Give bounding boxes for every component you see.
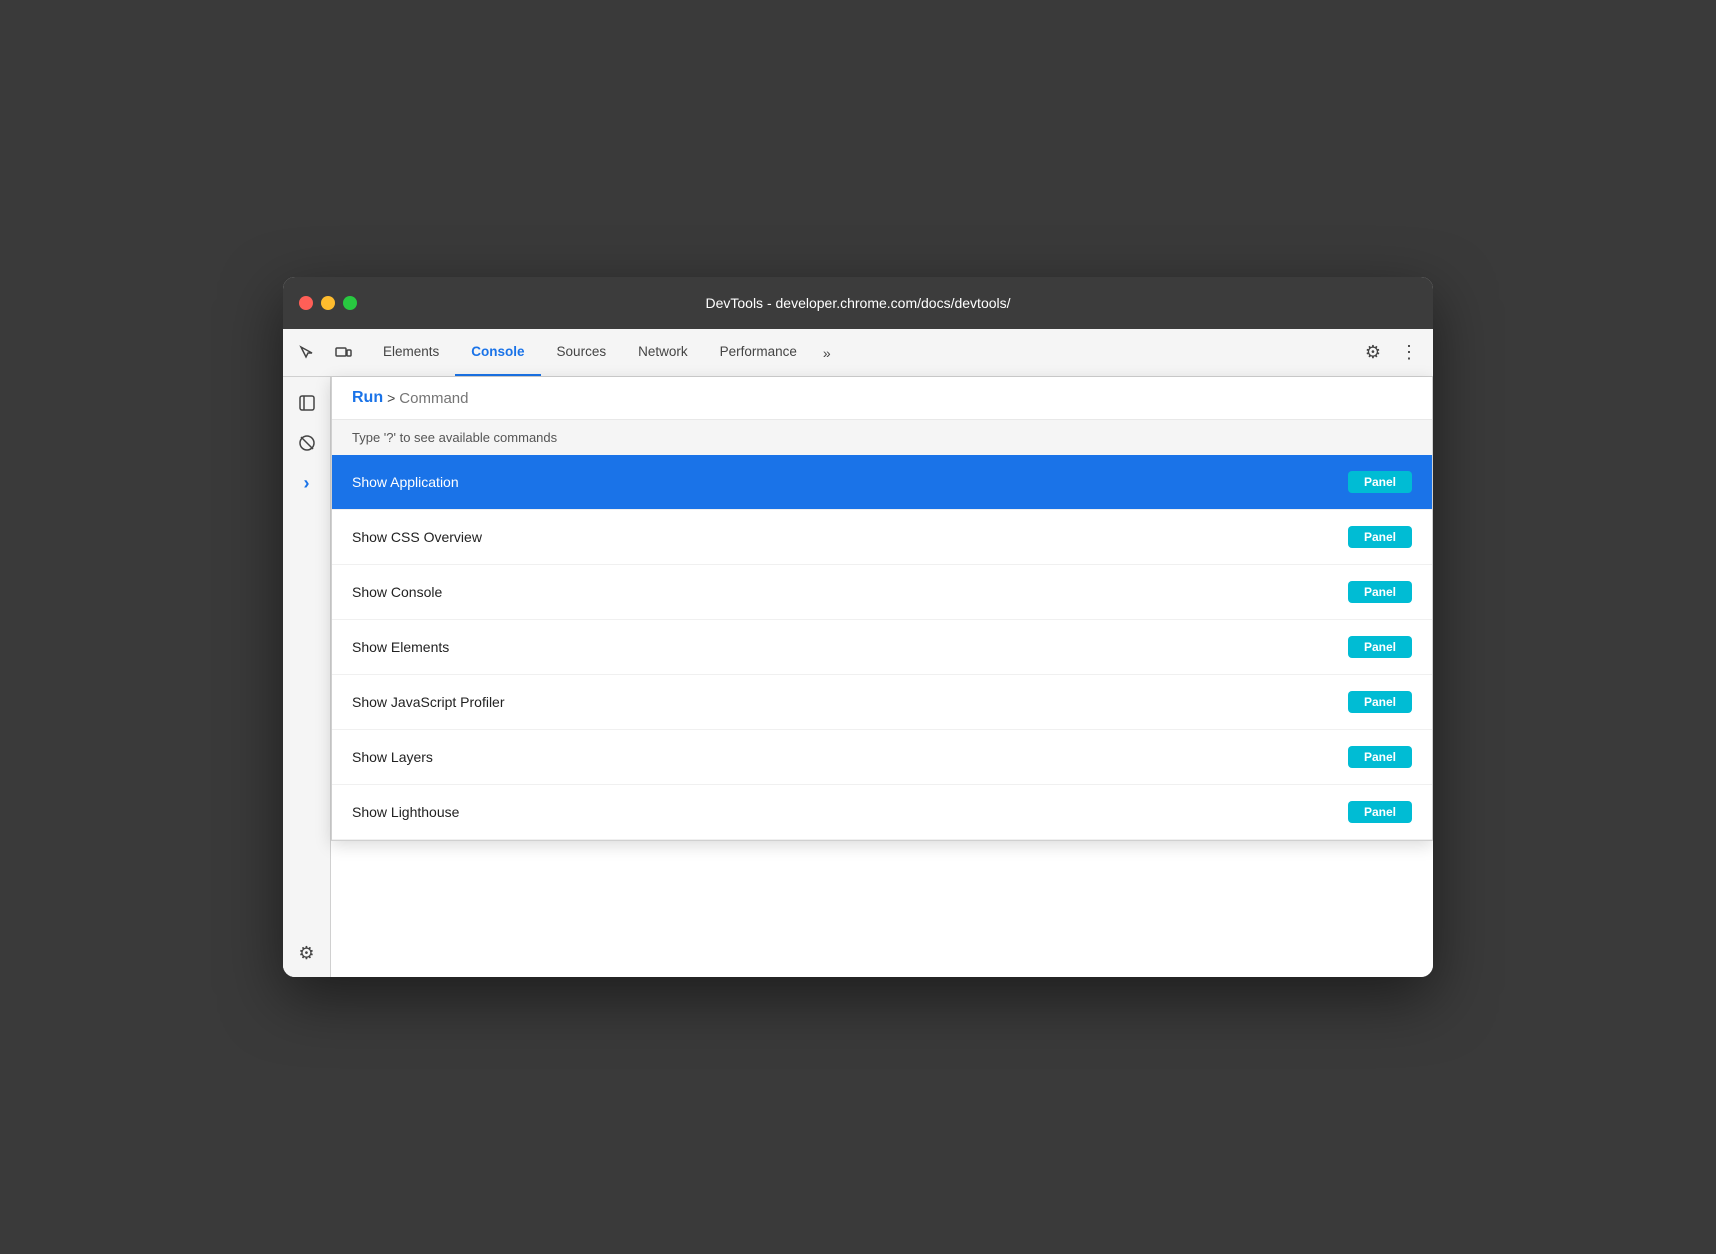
maximize-button[interactable] [343, 296, 357, 310]
panel-toggle-button[interactable] [289, 385, 325, 421]
panel-badge: Panel [1348, 526, 1412, 548]
command-item-show-lighthouse[interactable]: Show Lighthouse Panel [332, 785, 1432, 840]
panel-badge: Panel [1348, 471, 1412, 493]
side-settings-button[interactable]: ⚙ [291, 937, 323, 969]
command-name: Show Application [352, 474, 459, 490]
tab-overflow-button[interactable]: » [813, 329, 841, 376]
tab-sources[interactable]: Sources [541, 329, 623, 376]
command-name: Show Elements [352, 639, 449, 655]
panel-badge: Panel [1348, 691, 1412, 713]
close-button[interactable] [299, 296, 313, 310]
panel-badge: Panel [1348, 636, 1412, 658]
toolbar-right: ⚙ ⋮ [1357, 337, 1425, 369]
command-name: Show Lighthouse [352, 804, 459, 820]
tab-performance[interactable]: Performance [704, 329, 813, 376]
command-palette: Run > Type '?' to see available commands… [331, 377, 1433, 841]
command-name: Show JavaScript Profiler [352, 694, 505, 710]
command-list: Show Application Panel Show CSS Overview… [332, 455, 1432, 840]
window-title: DevTools - developer.chrome.com/docs/dev… [705, 295, 1010, 311]
side-toolbar: › ⚙ [283, 377, 331, 977]
main-content: Run > Type '?' to see available commands… [331, 377, 1433, 977]
panel-badge: Panel [1348, 801, 1412, 823]
tab-network[interactable]: Network [622, 329, 704, 376]
toolbar-left [291, 337, 359, 369]
command-item-show-application[interactable]: Show Application Panel [332, 455, 1432, 510]
command-item-show-css-overview[interactable]: Show CSS Overview Panel [332, 510, 1432, 565]
select-element-button[interactable] [291, 337, 323, 369]
more-options-button[interactable]: ⋮ [1393, 337, 1425, 369]
command-input[interactable] [399, 390, 1412, 407]
command-input-row: Run > [332, 377, 1432, 420]
panel-badge: Panel [1348, 581, 1412, 603]
chevron-right-icon: > [387, 390, 395, 406]
command-name: Show Console [352, 584, 442, 600]
tab-console[interactable]: Console [455, 329, 540, 376]
tab-elements[interactable]: Elements [367, 329, 455, 376]
expand-button[interactable]: › [289, 465, 325, 501]
command-name: Show Layers [352, 749, 433, 765]
run-label: Run [352, 389, 383, 407]
traffic-lights [299, 296, 357, 310]
tabs: Elements Console Sources Network Perform… [367, 329, 1357, 376]
command-item-show-elements[interactable]: Show Elements Panel [332, 620, 1432, 675]
command-item-show-layers[interactable]: Show Layers Panel [332, 730, 1432, 785]
no-recording-button[interactable] [289, 425, 325, 461]
minimize-button[interactable] [321, 296, 335, 310]
command-name: Show CSS Overview [352, 529, 482, 545]
command-item-show-console[interactable]: Show Console Panel [332, 565, 1432, 620]
hint-row: Type '?' to see available commands [332, 420, 1432, 455]
main-toolbar: Elements Console Sources Network Perform… [283, 329, 1433, 377]
device-toolbar-button[interactable] [327, 337, 359, 369]
devtools-body: › ⚙ Run > Type '?' to see available comm… [283, 377, 1433, 977]
command-item-show-javascript-profiler[interactable]: Show JavaScript Profiler Panel [332, 675, 1432, 730]
devtools-window: DevTools - developer.chrome.com/docs/dev… [283, 277, 1433, 977]
hint-text: Type '?' to see available commands [352, 430, 557, 445]
titlebar: DevTools - developer.chrome.com/docs/dev… [283, 277, 1433, 329]
panel-badge: Panel [1348, 746, 1412, 768]
settings-button[interactable]: ⚙ [1357, 337, 1389, 369]
